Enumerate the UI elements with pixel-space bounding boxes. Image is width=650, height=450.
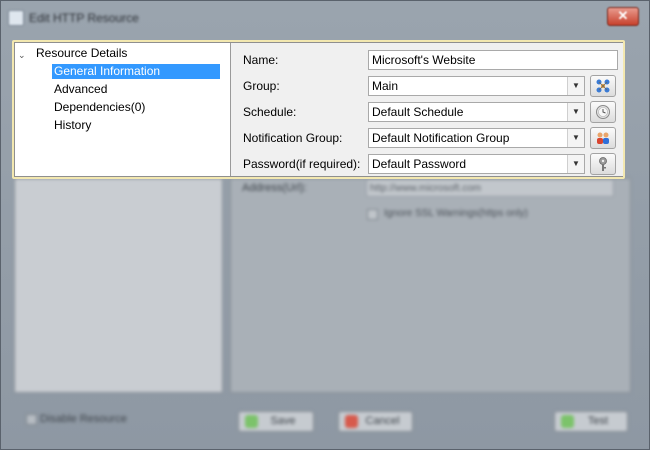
notification-group-select[interactable]: Default Notification Group ▼ — [368, 128, 585, 148]
schedule-select[interactable]: Default Schedule ▼ — [368, 102, 585, 122]
address-label: Address(Url): — [242, 182, 307, 194]
disable-resource-checkbox[interactable] — [26, 414, 37, 425]
resource-tree: ⌄ Resource Details General Information A… — [15, 43, 231, 176]
save-button[interactable]: Save — [238, 411, 314, 432]
password-select-value: Default Password — [372, 157, 467, 171]
notification-group-button[interactable] — [590, 127, 616, 149]
password-button[interactable] — [590, 153, 616, 175]
group-label: Group: — [243, 79, 280, 93]
expand-icon[interactable]: ⌄ — [18, 50, 26, 61]
chevron-down-icon[interactable]: ▼ — [567, 155, 584, 173]
tree-panel-lower — [14, 178, 223, 393]
schedule-label: Schedule: — [243, 105, 297, 119]
chevron-down-icon[interactable]: ▼ — [567, 77, 584, 95]
tree-item-dependencies[interactable]: Dependencies(0) — [52, 100, 147, 115]
key-icon — [599, 157, 607, 171]
users-icon — [597, 132, 609, 144]
group-network-icon — [596, 79, 610, 93]
cancel-button[interactable]: Cancel — [338, 411, 413, 432]
chevron-down-icon[interactable]: ▼ — [567, 103, 584, 121]
tree-item-advanced[interactable]: Advanced — [52, 82, 109, 97]
disable-resource-label: Disable Resource — [40, 413, 127, 425]
clock-icon — [596, 105, 610, 119]
title-bar: Edit HTTP Resource ✕ — [1, 1, 649, 31]
group-network-button[interactable] — [590, 75, 616, 97]
ignore-ssl-checkbox[interactable] — [367, 209, 378, 220]
group-select[interactable]: Main ▼ — [368, 76, 585, 96]
test-button-label: Test — [587, 415, 609, 427]
group-select-value: Main — [372, 79, 399, 93]
name-label: Name: — [243, 53, 279, 67]
schedule-button[interactable] — [590, 101, 616, 123]
name-input[interactable]: Microsoft's Website — [368, 50, 618, 70]
password-label: Password(if required): — [243, 157, 361, 171]
close-button[interactable]: ✕ — [607, 7, 639, 26]
window-icon — [8, 10, 24, 26]
notification-group-select-value: Default Notification Group — [372, 131, 510, 145]
schedule-select-value: Default Schedule — [372, 105, 464, 119]
save-button-label: Save — [270, 415, 296, 427]
cancel-button-label: Cancel — [365, 415, 400, 427]
password-select[interactable]: Default Password ▼ — [368, 154, 585, 174]
chevron-down-icon[interactable]: ▼ — [567, 129, 584, 147]
test-button[interactable]: Test — [554, 411, 628, 432]
tree-item-history[interactable]: History — [52, 118, 93, 133]
general-information-form: Name: Microsoft's Website Group: Main ▼ … — [231, 43, 623, 176]
notification-group-label: Notification Group: — [243, 131, 343, 145]
ignore-ssl-label: Ignore SSL Warnings(https only) — [384, 208, 528, 219]
address-input[interactable]: http://www.microsoft.com — [366, 179, 614, 197]
window-title: Edit HTTP Resource — [29, 11, 139, 25]
tree-item-general-information[interactable]: General Information — [52, 64, 220, 79]
tree-item-resource-details[interactable]: Resource Details — [34, 46, 129, 61]
focused-panel: ⌄ Resource Details General Information A… — [14, 42, 623, 177]
